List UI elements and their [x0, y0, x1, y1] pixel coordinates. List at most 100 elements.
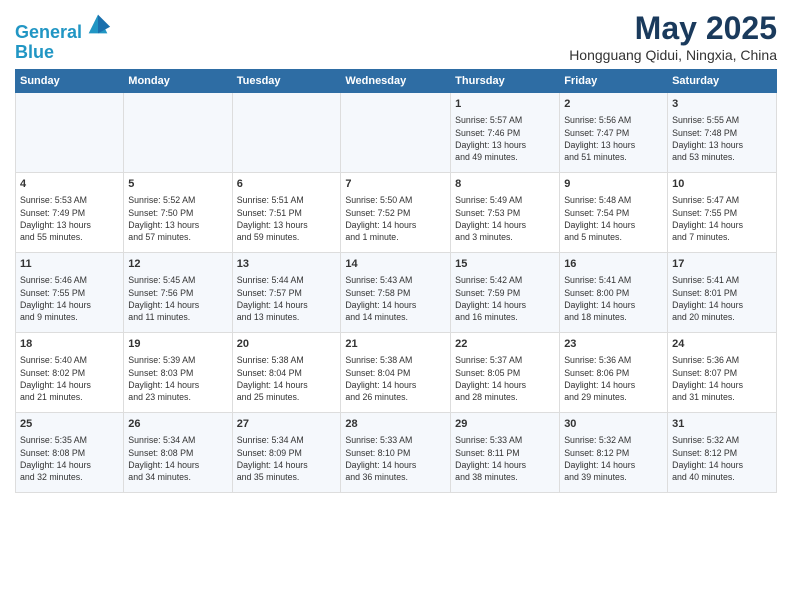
- day-number: 25: [20, 417, 119, 432]
- cell-16: 16 Sunrise: 5:41 AM Sunset: 8:00 PM Dayli…: [560, 253, 668, 333]
- cell-26: 26 Sunrise: 5:34 AM Sunset: 8:08 PM Dayli…: [124, 413, 232, 493]
- cell-28: 28 Sunrise: 5:33 AM Sunset: 8:10 PM Dayli…: [341, 413, 451, 493]
- cell-content: Sunrise: 5:39 AM Sunset: 8:03 PM Dayligh…: [128, 354, 227, 403]
- logo-icon: [84, 10, 112, 38]
- day-number: 13: [237, 257, 337, 272]
- title-block: May 2025 Hongguang Qidui, Ningxia, China: [569, 10, 777, 63]
- cell-content: Sunrise: 5:41 AM Sunset: 8:00 PM Dayligh…: [564, 274, 663, 323]
- cell-content: Sunrise: 5:32 AM Sunset: 8:12 PM Dayligh…: [564, 434, 663, 483]
- header-day-friday: Friday: [560, 70, 668, 93]
- header-day-monday: Monday: [124, 70, 232, 93]
- day-number: 10: [672, 177, 772, 192]
- cell-content: Sunrise: 5:47 AM Sunset: 7:55 PM Dayligh…: [672, 194, 772, 243]
- day-number: 1: [455, 97, 555, 112]
- cell-7: 7 Sunrise: 5:50 AM Sunset: 7:52 PM Daylig…: [341, 173, 451, 253]
- day-number: 20: [237, 337, 337, 352]
- cell-12: 12 Sunrise: 5:45 AM Sunset: 7:56 PM Dayli…: [124, 253, 232, 333]
- cell-17: 17 Sunrise: 5:41 AM Sunset: 8:01 PM Dayli…: [668, 253, 777, 333]
- cell-1: 1Sunrise: 5:57 AM Sunset: 7:46 PM Daylig…: [451, 93, 560, 173]
- cell-4: 4 Sunrise: 5:53 AM Sunset: 7:49 PM Daylig…: [16, 173, 124, 253]
- day-number: 18: [20, 337, 119, 352]
- day-number: 31: [672, 417, 772, 432]
- day-number: 16: [564, 257, 663, 272]
- cell-content: Sunrise: 5:55 AM Sunset: 7:48 PM Dayligh…: [672, 114, 772, 163]
- cell-content: Sunrise: 5:48 AM Sunset: 7:54 PM Dayligh…: [564, 194, 663, 243]
- cell-content: Sunrise: 5:42 AM Sunset: 7:59 PM Dayligh…: [455, 274, 555, 323]
- cell-18: 18 Sunrise: 5:40 AM Sunset: 8:02 PM Dayli…: [16, 333, 124, 413]
- cell-5: 5 Sunrise: 5:52 AM Sunset: 7:50 PM Daylig…: [124, 173, 232, 253]
- cell-31: 31 Sunrise: 5:32 AM Sunset: 8:12 PM Dayli…: [668, 413, 777, 493]
- cell-empty: [232, 93, 341, 173]
- cell-content: Sunrise: 5:40 AM Sunset: 8:02 PM Dayligh…: [20, 354, 119, 403]
- cell-10: 10 Sunrise: 5:47 AM Sunset: 7:55 PM Dayli…: [668, 173, 777, 253]
- cell-content: Sunrise: 5:36 AM Sunset: 8:06 PM Dayligh…: [564, 354, 663, 403]
- cell-content: Sunrise: 5:44 AM Sunset: 7:57 PM Dayligh…: [237, 274, 337, 323]
- week-row-3: 11 Sunrise: 5:46 AM Sunset: 7:55 PM Dayli…: [16, 253, 777, 333]
- page: General Blue May 2025 Hongguang Qidui, N…: [0, 0, 792, 612]
- header-row: SundayMondayTuesdayWednesdayThursdayFrid…: [16, 70, 777, 93]
- cell-content: Sunrise: 5:33 AM Sunset: 8:10 PM Dayligh…: [345, 434, 446, 483]
- cell-content: Sunrise: 5:32 AM Sunset: 8:12 PM Dayligh…: [672, 434, 772, 483]
- main-title: May 2025: [569, 10, 777, 47]
- cell-11: 11 Sunrise: 5:46 AM Sunset: 7:55 PM Dayli…: [16, 253, 124, 333]
- day-number: 9: [564, 177, 663, 192]
- cell-22: 22Sunrise: 5:37 AM Sunset: 8:05 PM Dayli…: [451, 333, 560, 413]
- cell-23: 23Sunrise: 5:36 AM Sunset: 8:06 PM Dayli…: [560, 333, 668, 413]
- day-number: 6: [237, 177, 337, 192]
- day-number: 17: [672, 257, 772, 272]
- day-number: 7: [345, 177, 446, 192]
- cell-content: Sunrise: 5:50 AM Sunset: 7:52 PM Dayligh…: [345, 194, 446, 243]
- cell-content: Sunrise: 5:49 AM Sunset: 7:53 PM Dayligh…: [455, 194, 555, 243]
- cell-content: Sunrise: 5:46 AM Sunset: 7:55 PM Dayligh…: [20, 274, 119, 323]
- day-number: 22: [455, 337, 555, 352]
- calendar-table: SundayMondayTuesdayWednesdayThursdayFrid…: [15, 69, 777, 493]
- cell-content: Sunrise: 5:56 AM Sunset: 7:47 PM Dayligh…: [564, 114, 663, 163]
- week-row-1: 1Sunrise: 5:57 AM Sunset: 7:46 PM Daylig…: [16, 93, 777, 173]
- day-number: 29: [455, 417, 555, 432]
- cell-27: 27Sunrise: 5:34 AM Sunset: 8:09 PM Dayli…: [232, 413, 341, 493]
- cell-content: Sunrise: 5:36 AM Sunset: 8:07 PM Dayligh…: [672, 354, 772, 403]
- cell-8: 8 Sunrise: 5:49 AM Sunset: 7:53 PM Daylig…: [451, 173, 560, 253]
- cell-content: Sunrise: 5:45 AM Sunset: 7:56 PM Dayligh…: [128, 274, 227, 323]
- header-day-saturday: Saturday: [668, 70, 777, 93]
- day-number: 8: [455, 177, 555, 192]
- cell-empty: [124, 93, 232, 173]
- cell-2: 2 Sunrise: 5:56 AM Sunset: 7:47 PM Daylig…: [560, 93, 668, 173]
- cell-empty: [341, 93, 451, 173]
- cell-9: 9 Sunrise: 5:48 AM Sunset: 7:54 PM Daylig…: [560, 173, 668, 253]
- cell-content: Sunrise: 5:34 AM Sunset: 8:09 PM Dayligh…: [237, 434, 337, 483]
- cell-13: 13 Sunrise: 5:44 AM Sunset: 7:57 PM Dayli…: [232, 253, 341, 333]
- cell-content: Sunrise: 5:52 AM Sunset: 7:50 PM Dayligh…: [128, 194, 227, 243]
- cell-content: Sunrise: 5:41 AM Sunset: 8:01 PM Dayligh…: [672, 274, 772, 323]
- cell-25: 25Sunrise: 5:35 AM Sunset: 8:08 PM Dayli…: [16, 413, 124, 493]
- cell-content: Sunrise: 5:38 AM Sunset: 8:04 PM Dayligh…: [237, 354, 337, 403]
- day-number: 4: [20, 177, 119, 192]
- cell-24: 24 Sunrise: 5:36 AM Sunset: 8:07 PM Dayli…: [668, 333, 777, 413]
- day-number: 14: [345, 257, 446, 272]
- day-number: 28: [345, 417, 446, 432]
- cell-empty: [16, 93, 124, 173]
- cell-19: 19 Sunrise: 5:39 AM Sunset: 8:03 PM Dayli…: [124, 333, 232, 413]
- cell-6: 6Sunrise: 5:51 AM Sunset: 7:51 PM Daylig…: [232, 173, 341, 253]
- cell-3: 3Sunrise: 5:55 AM Sunset: 7:48 PM Daylig…: [668, 93, 777, 173]
- day-number: 2: [564, 97, 663, 112]
- header-day-sunday: Sunday: [16, 70, 124, 93]
- cell-30: 30Sunrise: 5:32 AM Sunset: 8:12 PM Dayli…: [560, 413, 668, 493]
- header-day-wednesday: Wednesday: [341, 70, 451, 93]
- header-day-tuesday: Tuesday: [232, 70, 341, 93]
- cell-content: Sunrise: 5:43 AM Sunset: 7:58 PM Dayligh…: [345, 274, 446, 323]
- day-number: 5: [128, 177, 227, 192]
- cell-content: Sunrise: 5:38 AM Sunset: 8:04 PM Dayligh…: [345, 354, 446, 403]
- day-number: 26: [128, 417, 227, 432]
- day-number: 19: [128, 337, 227, 352]
- day-number: 15: [455, 257, 555, 272]
- day-number: 12: [128, 257, 227, 272]
- day-number: 24: [672, 337, 772, 352]
- cell-content: Sunrise: 5:33 AM Sunset: 8:11 PM Dayligh…: [455, 434, 555, 483]
- cell-content: Sunrise: 5:34 AM Sunset: 8:08 PM Dayligh…: [128, 434, 227, 483]
- cell-content: Sunrise: 5:53 AM Sunset: 7:49 PM Dayligh…: [20, 194, 119, 243]
- day-number: 11: [20, 257, 119, 272]
- logo-text: General Blue: [15, 10, 112, 63]
- subtitle: Hongguang Qidui, Ningxia, China: [569, 47, 777, 63]
- header-day-thursday: Thursday: [451, 70, 560, 93]
